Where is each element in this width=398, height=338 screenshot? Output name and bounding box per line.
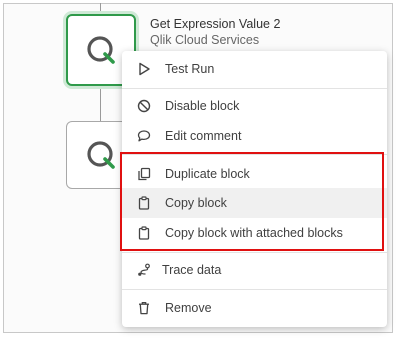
menu-item-edit-comment[interactable]: Edit comment bbox=[122, 121, 387, 151]
qlik-logo-icon bbox=[87, 36, 115, 64]
menu-item-label: Duplicate block bbox=[165, 167, 250, 181]
clipboard-icon bbox=[136, 225, 152, 241]
clipboard-icon bbox=[136, 195, 152, 211]
block-title: Get Expression Value 2 bbox=[150, 17, 281, 31]
comment-icon bbox=[136, 128, 152, 144]
menu-divider bbox=[122, 289, 387, 290]
menu-item-label: Test Run bbox=[165, 62, 215, 76]
trash-icon bbox=[136, 300, 152, 316]
play-icon bbox=[136, 61, 152, 77]
menu-item-label: Edit comment bbox=[165, 129, 242, 143]
menu-divider bbox=[122, 252, 387, 253]
trace-icon bbox=[136, 262, 152, 278]
menu-item-duplicate-block[interactable]: Duplicate block bbox=[122, 159, 387, 189]
menu-item-label: Copy block bbox=[165, 196, 227, 210]
menu-item-trace-data[interactable]: Trace data bbox=[122, 255, 387, 285]
menu-divider bbox=[122, 154, 387, 155]
menu-item-disable-block[interactable]: Disable block bbox=[122, 91, 387, 121]
menu-item-label: Disable block bbox=[165, 99, 240, 113]
menu-item-copy-block[interactable]: Copy block bbox=[122, 188, 387, 218]
duplicate-icon bbox=[136, 166, 152, 182]
menu-item-test-run[interactable]: Test Run bbox=[122, 54, 387, 84]
block-subtitle: Qlik Cloud Services bbox=[150, 33, 260, 47]
menu-divider bbox=[122, 88, 387, 89]
menu-item-remove[interactable]: Remove bbox=[122, 293, 387, 323]
block-context-menu: Test Run Disable block Edit comment Dupl… bbox=[122, 51, 387, 327]
menu-item-label: Remove bbox=[165, 301, 212, 315]
ban-icon bbox=[136, 98, 152, 114]
qlik-logo-icon bbox=[87, 141, 115, 169]
menu-item-label: Trace data bbox=[162, 263, 222, 277]
menu-item-copy-block-with-attached[interactable]: Copy block with attached blocks bbox=[122, 218, 387, 248]
menu-item-label: Copy block with attached blocks bbox=[165, 226, 343, 240]
